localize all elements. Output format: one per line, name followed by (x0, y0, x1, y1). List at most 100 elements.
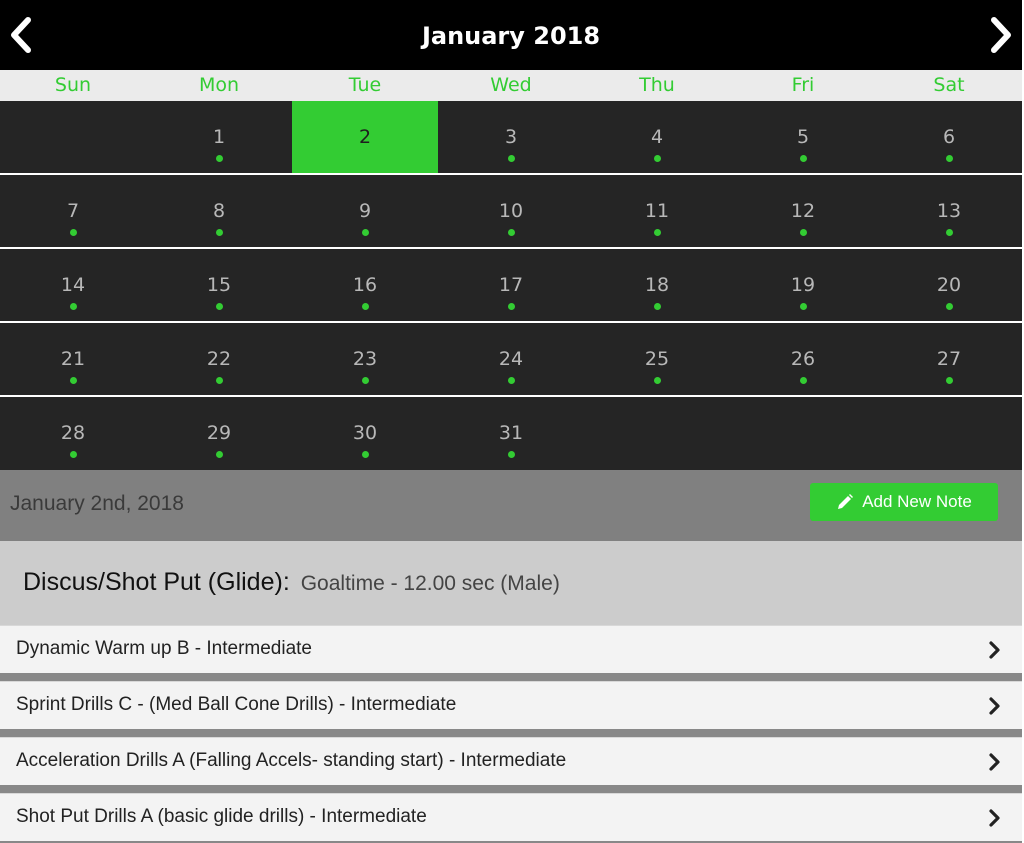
day-number: 30 (352, 422, 378, 444)
event-dot-icon (654, 303, 661, 310)
calendar-day-cell[interactable]: 25 (584, 323, 730, 395)
calendar-day-cell[interactable]: 24 (438, 323, 584, 395)
event-dot-icon (70, 303, 77, 310)
calendar-grid: 1 2 3 4 5 6 7 8 9 10 11 12 13 14 15 16 17 18 19 20 21 22 23 24 2… (0, 101, 1022, 470)
workout-list-item[interactable]: Sprint Drills C - (Med Ball Cone Drills)… (0, 681, 1022, 729)
event-dot-icon (362, 451, 369, 458)
workout-list-item[interactable]: Dynamic Warm up B - Intermediate (0, 625, 1022, 673)
weekday-label: Fri (791, 74, 815, 96)
calendar-day-cell[interactable]: 14 (0, 249, 146, 321)
calendar-day-cell[interactable]: 7 (0, 175, 146, 247)
calendar-day-cell[interactable]: 5 (730, 101, 876, 173)
workout-list-item[interactable]: Acceleration Drills A (Falling Accels- s… (0, 737, 1022, 785)
day-number: 11 (644, 200, 670, 222)
day-number: 6 (942, 126, 956, 148)
add-new-note-button[interactable]: Add New Note (810, 483, 998, 521)
weekday-label: Mon (198, 74, 240, 96)
day-number: 13 (936, 200, 962, 222)
event-dot-icon (654, 155, 661, 162)
selected-date-bar: January 2nd, 2018 Add New Note (0, 470, 1022, 541)
workout-item-list: Dynamic Warm up B - Intermediate Sprint D… (0, 625, 1022, 841)
calendar-day-cell[interactable]: 9 (292, 175, 438, 247)
event-dot-icon (800, 229, 807, 236)
calendar-header: January 2018 (0, 0, 1022, 70)
event-dot-icon (216, 377, 223, 384)
event-dot-icon (800, 303, 807, 310)
calendar-day-cell[interactable]: 12 (730, 175, 876, 247)
calendar-empty-cell (876, 397, 1022, 470)
calendar-empty-cell (0, 101, 146, 173)
calendar-week-row: 1 2 3 4 5 6 (0, 101, 1022, 173)
event-dot-icon (216, 229, 223, 236)
day-number: 27 (936, 348, 962, 370)
event-dot-icon (508, 377, 515, 384)
day-number: 8 (212, 200, 226, 222)
day-number: 16 (352, 274, 378, 296)
calendar-day-cell[interactable]: 28 (0, 397, 146, 470)
event-dot-icon (946, 229, 953, 236)
selected-date-label: January 2nd, 2018 (10, 492, 184, 515)
day-number: 17 (498, 274, 524, 296)
workout-item-label: Acceleration Drills A (Falling Accels- s… (16, 750, 567, 771)
workout-item-label: Shot Put Drills A (basic glide drills) -… (16, 806, 427, 827)
day-number: 21 (60, 348, 86, 370)
workout-header: Discus/Shot Put (Glide): Goaltime - 12.0… (0, 541, 1022, 625)
calendar-week-row: 28 29 30 31 (0, 397, 1022, 470)
next-month-button[interactable] (980, 14, 1020, 58)
event-dot-icon (70, 229, 77, 236)
event-dot-icon (216, 155, 223, 162)
day-number: 14 (60, 274, 86, 296)
calendar-day-cell[interactable]: 21 (0, 323, 146, 395)
calendar-week-row: 21 22 23 24 25 26 27 (0, 323, 1022, 395)
calendar-day-cell[interactable]: 20 (876, 249, 1022, 321)
calendar-app: January 2018 Sun Mon Tue Wed Thu Fri Sat… (0, 0, 1022, 843)
day-number: 7 (66, 200, 80, 222)
calendar-day-cell[interactable]: 19 (730, 249, 876, 321)
day-number: 12 (790, 200, 816, 222)
workout-title-text: Discus/Shot Put (Glide): (23, 568, 290, 596)
calendar-day-cell[interactable]: 16 (292, 249, 438, 321)
calendar-day-cell[interactable]: 18 (584, 249, 730, 321)
event-dot-icon (216, 451, 223, 458)
calendar-day-cell[interactable]: 17 (438, 249, 584, 321)
event-dot-icon (508, 451, 515, 458)
calendar-empty-cell (730, 397, 876, 470)
calendar-day-cell[interactable]: 8 (146, 175, 292, 247)
day-number: 31 (498, 422, 524, 444)
calendar-day-cell[interactable]: 2 (292, 101, 438, 173)
event-dot-icon (654, 229, 661, 236)
month-title: January 2018 (421, 22, 601, 50)
event-dot-icon (362, 377, 369, 384)
event-dot-icon (70, 451, 77, 458)
calendar-day-cell[interactable]: 13 (876, 175, 1022, 247)
calendar-day-cell[interactable]: 26 (730, 323, 876, 395)
weekday-label: Sat (933, 74, 965, 96)
weekday-label: Sun (54, 74, 92, 96)
calendar-week-row: 7 8 9 10 11 12 13 (0, 175, 1022, 247)
calendar-day-cell[interactable]: 4 (584, 101, 730, 173)
event-dot-icon (508, 303, 515, 310)
calendar-day-cell[interactable]: 30 (292, 397, 438, 470)
calendar-day-cell[interactable]: 29 (146, 397, 292, 470)
calendar-day-cell[interactable]: 3 (438, 101, 584, 173)
workout-list-item[interactable]: Shot Put Drills A (basic glide drills) -… (0, 793, 1022, 841)
calendar-day-cell[interactable]: 23 (292, 323, 438, 395)
day-number: 28 (60, 422, 86, 444)
calendar-day-cell[interactable]: 1 (146, 101, 292, 173)
calendar-day-cell[interactable]: 27 (876, 323, 1022, 395)
calendar-week-row: 14 15 16 17 18 19 20 (0, 249, 1022, 321)
calendar-day-cell[interactable]: 15 (146, 249, 292, 321)
event-dot-icon (70, 377, 77, 384)
calendar-day-cell[interactable]: 10 (438, 175, 584, 247)
event-dot-icon (216, 303, 223, 310)
day-number: 23 (352, 348, 378, 370)
calendar-day-cell[interactable]: 31 (438, 397, 584, 470)
calendar-day-cell[interactable]: 22 (146, 323, 292, 395)
calendar-day-cell[interactable]: 11 (584, 175, 730, 247)
workout-item-label: Dynamic Warm up B - Intermediate (16, 638, 312, 659)
event-dot-icon (800, 377, 807, 384)
day-number: 22 (206, 348, 232, 370)
workout-goal-text: Goaltime - 12.00 sec (Male) (300, 572, 560, 595)
calendar-day-cell[interactable]: 6 (876, 101, 1022, 173)
day-number: 1 (212, 126, 226, 148)
